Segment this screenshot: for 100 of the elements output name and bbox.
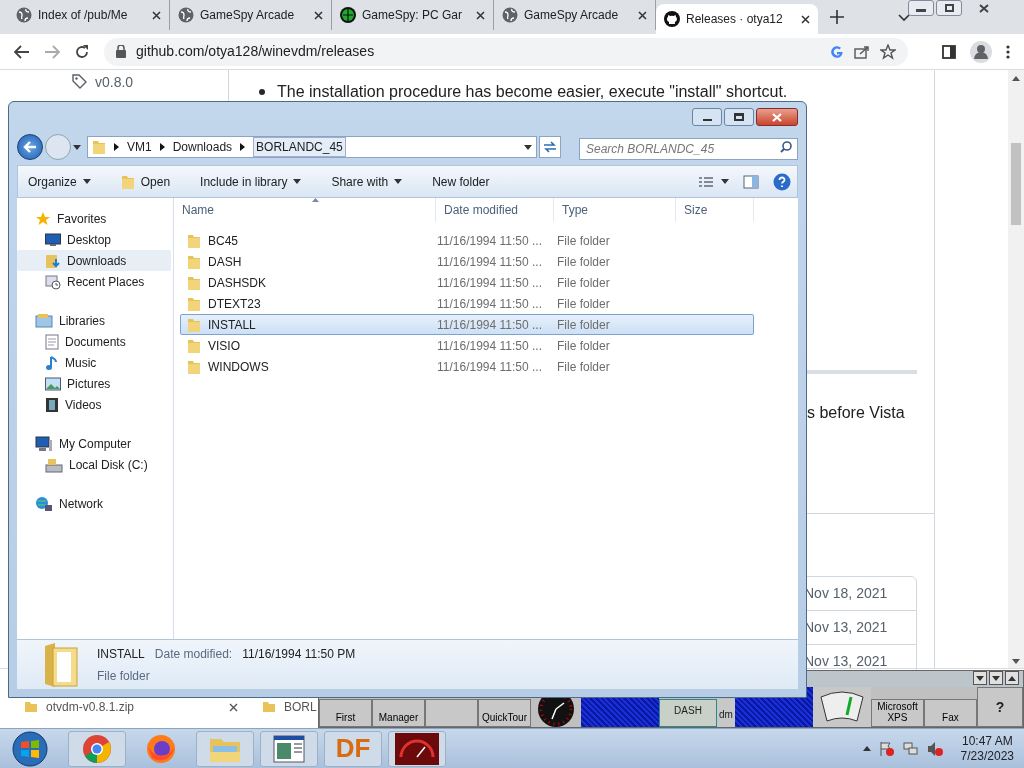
release-tag[interactable]: v0.8.0 [95, 72, 134, 93]
column-header[interactable]: Date modified [436, 198, 554, 222]
window-control-button[interactable] [1005, 671, 1019, 685]
nav-group[interactable]: Network [17, 493, 173, 514]
browser-tab[interactable]: GameSpy: PC Gar [332, 0, 494, 30]
taskbar-button[interactable] [388, 730, 446, 767]
column-header[interactable]: Type [554, 198, 676, 222]
address-bar[interactable]: VM1 Downloads BORLANDC_45 [87, 136, 537, 158]
disk-drive-icon [45, 456, 63, 473]
nav-group[interactable]: Favorites [17, 208, 173, 229]
plus-icon[interactable] [830, 10, 844, 24]
breadcrumb-item[interactable]: Downloads [172, 138, 233, 156]
toolbar-button[interactable]: Share with [331, 172, 403, 191]
nav-item[interactable]: Desktop [17, 229, 173, 250]
file-row[interactable]: BC45 11/16/1994 11:50 ... File folder [180, 230, 754, 251]
speaker-muted-icon[interactable] [926, 740, 943, 757]
chevron-up-icon[interactable] [862, 746, 871, 751]
column-header[interactable]: Size [676, 198, 754, 222]
menu-icon[interactable] [1006, 44, 1010, 59]
nav-item[interactable]: Videos [17, 394, 173, 415]
nav-group[interactable]: My Computer [17, 433, 173, 454]
taskbar-button[interactable] [260, 730, 318, 767]
maximize-button[interactable] [724, 108, 754, 126]
scrollbar-thumb[interactable] [1011, 143, 1021, 225]
view-button[interactable] [699, 175, 729, 188]
refresh-button[interactable] [539, 136, 561, 158]
dash-button[interactable]: Microsoft XPS [870, 699, 924, 727]
dash-button[interactable]: First [319, 699, 372, 727]
back-arrow-icon[interactable] [14, 44, 30, 59]
scrollbar[interactable] [1008, 70, 1024, 668]
dash-button[interactable]: Fax [923, 699, 977, 727]
reload-icon[interactable] [74, 43, 90, 60]
browser-tab[interactable]: Releases · otya12 [656, 4, 818, 34]
minimize-button[interactable] [692, 108, 722, 126]
file-row[interactable]: DASH 11/16/1994 11:50 ... File folder [180, 251, 754, 272]
nav-item[interactable]: Pictures [17, 373, 173, 394]
search-field[interactable]: Search BORLANDC_45 [579, 138, 798, 160]
star-outline-icon[interactable] [880, 43, 896, 60]
close-icon[interactable] [801, 14, 810, 24]
dash-button[interactable]: QuickTour [478, 699, 531, 727]
help-button[interactable]: ? [976, 687, 1023, 727]
item-type: File folder [97, 667, 151, 685]
scroll-down-icon[interactable] [1012, 659, 1020, 664]
download-folder-icon [45, 252, 61, 269]
close-icon[interactable] [476, 10, 485, 20]
start-orb-icon[interactable] [10, 730, 50, 767]
help-icon[interactable] [773, 172, 791, 191]
close-icon[interactable] [152, 10, 161, 20]
toolbar-button[interactable]: Organize [28, 172, 91, 191]
folder-icon [43, 641, 79, 688]
folder-icon [187, 316, 201, 333]
nav-item[interactable]: Local Disk (C:) [17, 454, 173, 475]
restore-button[interactable] [936, 0, 962, 16]
network-icon[interactable] [902, 740, 919, 757]
close-icon[interactable] [314, 10, 323, 20]
browser-tab[interactable]: GameSpy Arcade [494, 0, 656, 30]
g-logo-icon[interactable] [830, 44, 844, 59]
file-row[interactable]: DASHSDK 11/16/1994 11:50 ... File folder [180, 272, 754, 293]
toolbar-button[interactable]: New folder [432, 172, 490, 191]
breadcrumb-item[interactable]: BORLANDC_45 [253, 137, 346, 157]
clock-time[interactable]: 10:47 AM [961, 733, 1013, 749]
close-icon[interactable] [638, 10, 647, 20]
dash-button[interactable]: Manager [372, 699, 425, 727]
nav-item[interactable]: Music [17, 352, 173, 373]
nav-item[interactable]: Recent Places [17, 271, 173, 292]
share-icon[interactable] [854, 44, 870, 59]
refresh-icon [543, 141, 557, 153]
list-view-icon [699, 175, 713, 188]
toolbar-button[interactable]: Include in library [200, 172, 302, 191]
minimize-button[interactable] [908, 0, 934, 16]
file-row[interactable]: VISIO 11/16/1994 11:50 ... File folder [180, 335, 754, 356]
clock-date[interactable]: 7/23/2023 [960, 748, 1014, 764]
window-control-button[interactable] [973, 671, 987, 685]
github-icon [664, 11, 680, 27]
download-filename[interactable]: BORL [284, 700, 317, 714]
browser-tab[interactable]: GameSpy Arcade [170, 0, 332, 30]
address-bar[interactable]: github.com/otya128/winevdm/releases [104, 37, 908, 66]
file-row[interactable]: DTEXT23 11/16/1994 11:50 ... File folder [180, 293, 754, 314]
nav-item[interactable]: Downloads [17, 250, 171, 271]
scroll-up-icon[interactable] [1012, 76, 1020, 81]
close-button[interactable] [756, 108, 798, 126]
back-button[interactable] [17, 134, 43, 160]
file-row[interactable]: INSTALL 11/16/1994 11:50 ... File folder [180, 314, 754, 335]
file-row[interactable]: WINDOWS 11/16/1994 11:50 ... File folder [180, 356, 754, 377]
side-panel-icon[interactable] [942, 44, 956, 59]
close-icon[interactable] [229, 702, 238, 712]
breadcrumb-item[interactable]: VM1 [127, 138, 152, 156]
chevron-right-icon [240, 143, 246, 151]
dash-panel[interactable]: DASH [659, 699, 717, 727]
download-filename[interactable]: otvdm-v0.8.1.zip [46, 700, 135, 714]
nav-group[interactable]: Libraries [17, 310, 173, 331]
nav-item[interactable]: Documents [17, 331, 173, 352]
lock-icon [116, 45, 126, 58]
browser-tab[interactable]: Index of /pub/Me [8, 0, 170, 30]
window-control-button[interactable] [989, 671, 1003, 685]
avatar-icon[interactable] [970, 40, 992, 63]
flag-icon[interactable] [878, 740, 895, 757]
date-cell-text: 11/16/1994 11:50 ... [437, 232, 543, 250]
chevron-down-icon[interactable] [898, 14, 910, 22]
toolbar-button[interactable]: Open [120, 172, 171, 191]
